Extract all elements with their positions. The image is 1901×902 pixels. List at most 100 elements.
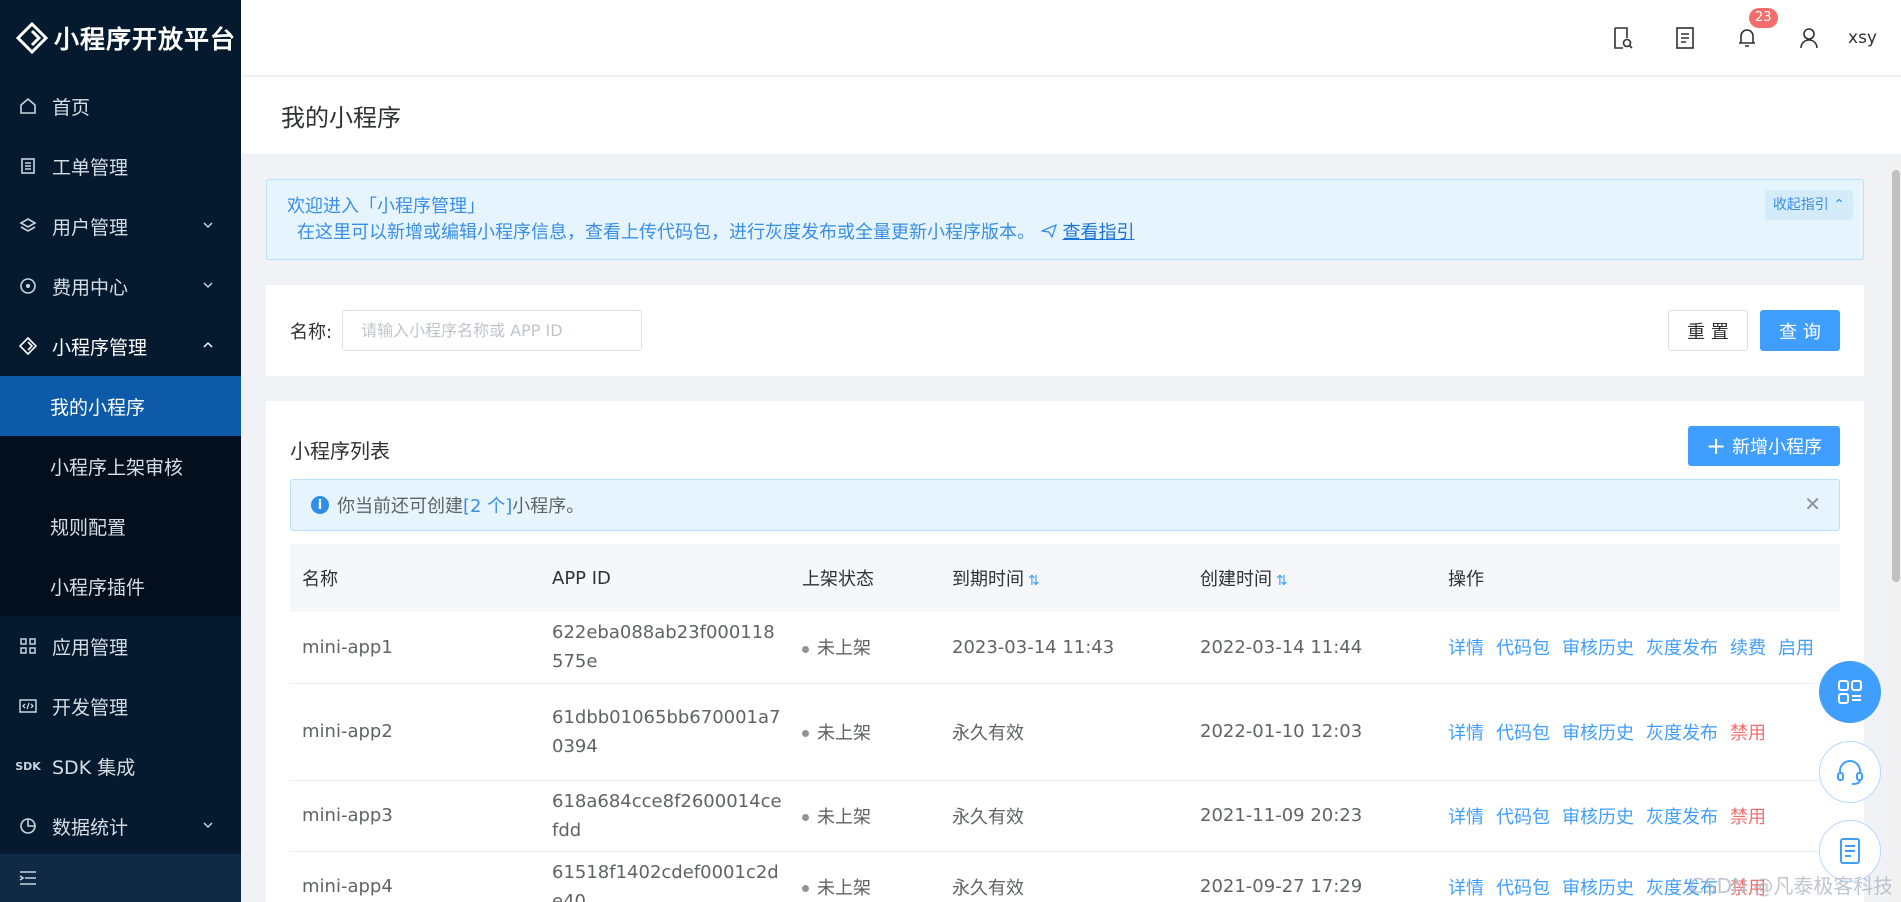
- row-action-link[interactable]: 禁用: [1730, 807, 1766, 828]
- status-text: 未上架: [817, 806, 871, 828]
- send-icon: [1039, 223, 1057, 239]
- target-icon: [18, 276, 38, 296]
- user-icon: [1800, 28, 1818, 49]
- user-avatar[interactable]: [1778, 0, 1840, 76]
- table-header-row: 名称 APP ID 上架状态 到期时间 ⇅ 创建时间 ⇅ 操作: [290, 544, 1840, 612]
- row-action-link[interactable]: 灰度发布: [1646, 807, 1718, 828]
- add-button-label: 新增小程序: [1732, 437, 1823, 458]
- alert-prefix: 你当前还可创建: [337, 496, 463, 517]
- sidebar-collapse-toggle[interactable]: [0, 854, 241, 902]
- scrollbar-thumb[interactable]: [1892, 170, 1900, 582]
- row-action-link[interactable]: 代码包: [1496, 807, 1550, 828]
- sidebar: 小程序开放平台 首页 工单管理 用户管理 费用中心 小程序管理 我的小程序 小程…: [0, 0, 241, 902]
- sidebar-subitem-review[interactable]: 小程序上架审核: [0, 436, 241, 496]
- row-action-link[interactable]: 禁用: [1730, 723, 1766, 744]
- row-action-link[interactable]: 灰度发布: [1646, 638, 1718, 659]
- cell-appid: 61518f1402cdef0001c2de40: [540, 851, 790, 902]
- sort-icon[interactable]: ⇅: [1028, 573, 1040, 589]
- cell-status: 未上架: [790, 612, 940, 684]
- search-input[interactable]: [342, 310, 643, 351]
- row-action-link[interactable]: 代码包: [1496, 638, 1550, 659]
- row-action-link[interactable]: 审核历史: [1562, 638, 1634, 659]
- sidebar-subitem-label: 规则配置: [50, 516, 127, 539]
- sidebar-item-sdk[interactable]: SDK SDK 集成: [0, 736, 241, 796]
- apps-grid-icon: [1838, 680, 1862, 704]
- sidebar-item-home[interactable]: 首页: [0, 76, 241, 136]
- row-action-link[interactable]: 详情: [1448, 723, 1484, 744]
- column-header-label: 到期时间: [952, 569, 1024, 590]
- guide-link[interactable]: 查看指引: [1062, 222, 1134, 243]
- bell-icon: [1739, 29, 1756, 47]
- status-dot-icon: [802, 885, 809, 892]
- row-action-link[interactable]: 详情: [1448, 878, 1484, 899]
- status-text: 未上架: [817, 638, 871, 660]
- row-action-link[interactable]: 详情: [1448, 638, 1484, 659]
- sidebar-item-billing[interactable]: 费用中心: [0, 256, 241, 316]
- row-action-link[interactable]: 详情: [1448, 807, 1484, 828]
- reset-button[interactable]: 重 置: [1668, 310, 1748, 351]
- status-dot-icon: [802, 645, 809, 653]
- document-icon: [1840, 838, 1860, 864]
- code-icon: [18, 696, 38, 716]
- row-action-link[interactable]: 启用: [1778, 638, 1814, 659]
- sort-icon[interactable]: ⇅: [1276, 573, 1288, 589]
- cell-status: 未上架: [790, 683, 940, 781]
- sidebar-subitem-label: 小程序插件: [50, 576, 146, 599]
- sidebar-item-miniprogram[interactable]: 小程序管理: [0, 316, 241, 376]
- sidebar-item-tickets[interactable]: 工单管理: [0, 136, 241, 196]
- guide-text: 在这里可以新增或编辑小程序信息，查看上传代码包，进行灰度发布或全量更新小程序版本…: [297, 222, 1035, 243]
- layers-icon: [18, 216, 38, 236]
- clipboard-icon: [18, 156, 38, 176]
- sidebar-subitem-plugins[interactable]: 小程序插件: [0, 556, 241, 616]
- sidebar-item-label: SDK 集成: [52, 756, 136, 779]
- notification-button[interactable]: 23: [1716, 0, 1778, 76]
- cell-expire: 2023-03-14 11:43: [940, 612, 1188, 684]
- doc-list-button[interactable]: [1654, 0, 1716, 76]
- cell-actions: 详情 代码包 审核历史 灰度发布 禁用: [1436, 683, 1840, 781]
- column-header-actions: 操作: [1448, 569, 1484, 590]
- row-action-link[interactable]: 审核历史: [1562, 807, 1634, 828]
- username[interactable]: xsy: [1840, 28, 1901, 48]
- top-bar: 23 xsy: [241, 0, 1901, 76]
- headset-icon: [1837, 760, 1863, 785]
- sidebar-item-dev[interactable]: 开发管理: [0, 676, 241, 736]
- cell-appid: 622eba088ab23f000118575e: [540, 612, 790, 684]
- query-button[interactable]: 查 询: [1760, 310, 1840, 351]
- row-action-link[interactable]: 续费: [1730, 638, 1766, 659]
- cell-name: mini-app4: [290, 851, 540, 902]
- row-action-link[interactable]: 审核历史: [1562, 878, 1634, 899]
- add-miniprogram-button[interactable]: + 新增小程序: [1688, 426, 1840, 466]
- floating-support-button[interactable]: [1819, 741, 1881, 803]
- collapse-guide-button[interactable]: 收起指引 ⌃: [1764, 190, 1853, 220]
- close-icon[interactable]: ✕: [1804, 492, 1821, 516]
- logo-icon: [16, 22, 48, 54]
- sidebar-subitem-rules[interactable]: 规则配置: [0, 496, 241, 556]
- menu-collapse-icon: [19, 871, 36, 885]
- status-text: 未上架: [817, 877, 871, 899]
- sidebar-item-apps[interactable]: 应用管理: [0, 616, 241, 676]
- row-action-link[interactable]: 代码包: [1496, 878, 1550, 899]
- cell-appid: 618a684cce8f2600014cefdd: [540, 780, 790, 852]
- column-header-status: 上架状态: [802, 569, 874, 590]
- column-header-created[interactable]: 创建时间 ⇅: [1188, 544, 1436, 612]
- row-action-link[interactable]: 审核历史: [1562, 723, 1634, 744]
- sidebar-item-label: 首页: [52, 96, 91, 119]
- sidebar-item-stats[interactable]: 数据统计: [0, 796, 241, 856]
- page-scrollbar[interactable]: [1891, 160, 1901, 902]
- cell-created: 2021-11-09 20:23: [1188, 780, 1436, 852]
- doc-search-button[interactable]: [1592, 0, 1654, 76]
- row-action-link[interactable]: 灰度发布: [1646, 723, 1718, 744]
- sidebar-item-label: 费用中心: [52, 276, 129, 299]
- app-logo[interactable]: 小程序开放平台: [0, 0, 241, 76]
- sidebar-item-label: 应用管理: [52, 636, 129, 659]
- collapse-guide-label: 收起指引: [1772, 197, 1829, 213]
- sidebar-item-users[interactable]: 用户管理: [0, 196, 241, 256]
- column-header-expire[interactable]: 到期时间 ⇅: [940, 544, 1188, 612]
- guide-line1: 欢迎进入「小程序管理」: [287, 196, 485, 217]
- cell-actions: 详情 代码包 审核历史 灰度发布 禁用: [1436, 780, 1840, 852]
- floating-apps-button[interactable]: [1819, 661, 1881, 723]
- cell-created: 2021-09-27 17:29: [1188, 851, 1436, 902]
- row-action-link[interactable]: 代码包: [1496, 723, 1550, 744]
- sidebar-subitem-my-miniprograms[interactable]: 我的小程序: [0, 376, 241, 436]
- watermark: CSDN @凡泰极客科技: [1690, 874, 1894, 898]
